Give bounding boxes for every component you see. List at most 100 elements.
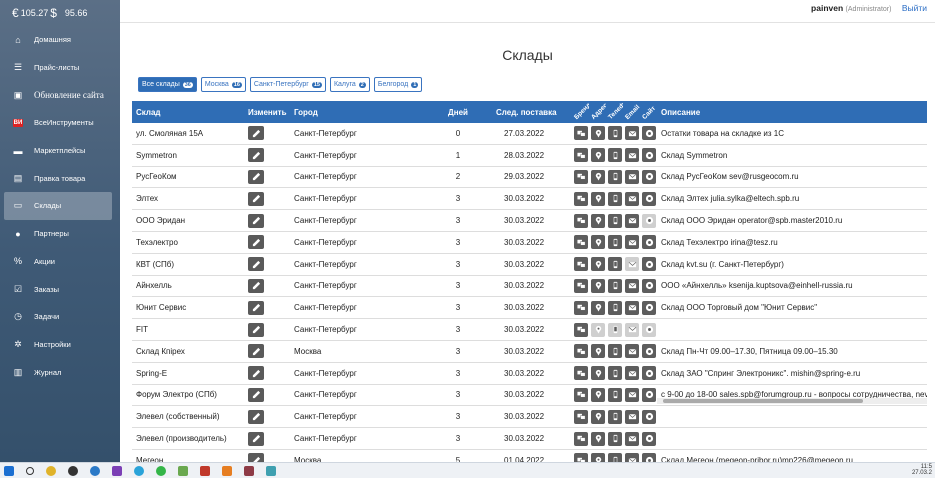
edit-button[interactable] (248, 431, 264, 446)
address-icon[interactable] (591, 431, 605, 446)
visual-studio-icon[interactable] (112, 465, 122, 476)
phone-icon[interactable] (608, 431, 622, 446)
brands-icon[interactable] (574, 300, 588, 315)
edit-button[interactable] (248, 278, 264, 293)
edit-button[interactable] (248, 387, 264, 402)
brands-icon[interactable] (574, 126, 588, 141)
phone-icon[interactable] (608, 344, 622, 359)
phone-icon[interactable] (608, 213, 622, 228)
sidebar-item-10[interactable]: ◷ Задачи (0, 303, 120, 331)
clock[interactable]: 11:5 27.03.2 (912, 464, 932, 476)
sidebar-item-1[interactable]: ☰ Прайс-листы (0, 54, 120, 82)
address-icon[interactable] (591, 366, 605, 381)
vlc-icon[interactable] (222, 465, 232, 476)
address-icon[interactable] (591, 409, 605, 424)
brands-icon[interactable] (574, 366, 588, 381)
phone-icon[interactable] (608, 148, 622, 163)
brands-icon[interactable] (574, 191, 588, 206)
site-icon[interactable] (642, 213, 656, 228)
sidebar-item-8[interactable]: % Акции (0, 248, 120, 276)
telegram-icon[interactable] (134, 465, 144, 476)
filter-button-2[interactable]: Санкт-Петербург 15 (249, 77, 326, 92)
edit-button[interactable] (248, 409, 264, 424)
brands-icon[interactable] (574, 213, 588, 228)
site-icon[interactable] (642, 366, 656, 381)
edit-button[interactable] (248, 191, 264, 206)
sidebar-item-11[interactable]: ✲ Настройки (0, 331, 120, 359)
sidebar-item-5[interactable]: ▤ Правка товара (0, 164, 120, 192)
phone-icon[interactable] (608, 191, 622, 206)
address-icon[interactable] (591, 257, 605, 272)
site-icon[interactable] (642, 169, 656, 184)
site-icon[interactable] (642, 431, 656, 446)
brands-icon[interactable] (574, 148, 588, 163)
filezilla-icon[interactable] (200, 465, 210, 476)
col-city[interactable]: Город (290, 101, 424, 123)
sidebar-item-6[interactable]: ▭ Склады (4, 192, 112, 220)
brands-icon[interactable] (574, 257, 588, 272)
brands-icon[interactable] (574, 278, 588, 293)
phone-icon[interactable] (608, 257, 622, 272)
app3-icon[interactable] (266, 465, 276, 476)
site-icon[interactable] (642, 300, 656, 315)
email-icon[interactable] (625, 126, 639, 141)
edit-button[interactable] (248, 257, 264, 272)
address-icon[interactable] (591, 148, 605, 163)
sidebar-item-4[interactable]: ▬ Маркетплейсы (0, 137, 120, 165)
site-icon[interactable] (642, 148, 656, 163)
edit-button[interactable] (248, 322, 264, 337)
address-icon[interactable] (591, 169, 605, 184)
email-icon[interactable] (625, 344, 639, 359)
edit-button[interactable] (248, 126, 264, 141)
whatsapp-icon[interactable] (156, 465, 166, 476)
phone-icon[interactable] (608, 300, 622, 315)
filter-button-0[interactable]: Все склады 36 (138, 77, 197, 92)
email-icon[interactable] (625, 322, 639, 337)
site-icon[interactable] (642, 257, 656, 272)
sidebar-item-2[interactable]: ▣ Обновление сайта (0, 81, 120, 109)
email-icon[interactable] (625, 278, 639, 293)
phone-icon[interactable] (608, 235, 622, 250)
edit-button[interactable] (248, 148, 264, 163)
col-warehouse[interactable]: Склад (132, 101, 244, 123)
filter-button-4[interactable]: Белгород 1 (373, 77, 423, 92)
sidebar-item-12[interactable]: ▥ Журнал (0, 358, 120, 386)
email-icon[interactable] (625, 300, 639, 315)
notepad-icon[interactable] (178, 465, 188, 476)
address-icon[interactable] (591, 235, 605, 250)
app-icon[interactable] (68, 465, 78, 476)
address-icon[interactable] (591, 126, 605, 141)
app2-icon[interactable] (244, 465, 254, 476)
brands-icon[interactable] (574, 387, 588, 402)
site-icon[interactable] (642, 235, 656, 250)
brands-icon[interactable] (574, 344, 588, 359)
address-icon[interactable] (591, 387, 605, 402)
site-icon[interactable] (642, 191, 656, 206)
site-icon[interactable] (642, 126, 656, 141)
edit-button[interactable] (248, 235, 264, 250)
sidebar-item-3[interactable]: ВИ ВсеИнструменты (0, 109, 120, 137)
edit-button[interactable] (248, 344, 264, 359)
phone-icon[interactable] (608, 126, 622, 141)
edit-button[interactable] (248, 169, 264, 184)
email-icon[interactable] (625, 191, 639, 206)
chrome-icon[interactable] (46, 465, 56, 476)
filter-button-3[interactable]: Калуга 2 (329, 77, 370, 92)
address-icon[interactable] (591, 213, 605, 228)
email-icon[interactable] (625, 387, 639, 402)
site-icon[interactable] (642, 387, 656, 402)
scrollbar-thumb[interactable] (663, 399, 863, 404)
email-icon[interactable] (625, 431, 639, 446)
edit-button[interactable] (248, 300, 264, 315)
site-icon[interactable] (642, 278, 656, 293)
col-next-delivery[interactable]: След. поставка (492, 101, 572, 123)
address-icon[interactable] (591, 191, 605, 206)
phone-icon[interactable] (608, 366, 622, 381)
email-icon[interactable] (625, 409, 639, 424)
brands-icon[interactable] (574, 235, 588, 250)
windows-start-icon[interactable] (4, 465, 14, 476)
phone-icon[interactable] (608, 169, 622, 184)
browser-icon[interactable] (90, 465, 100, 476)
brands-icon[interactable] (574, 431, 588, 446)
phone-icon[interactable] (608, 322, 622, 337)
